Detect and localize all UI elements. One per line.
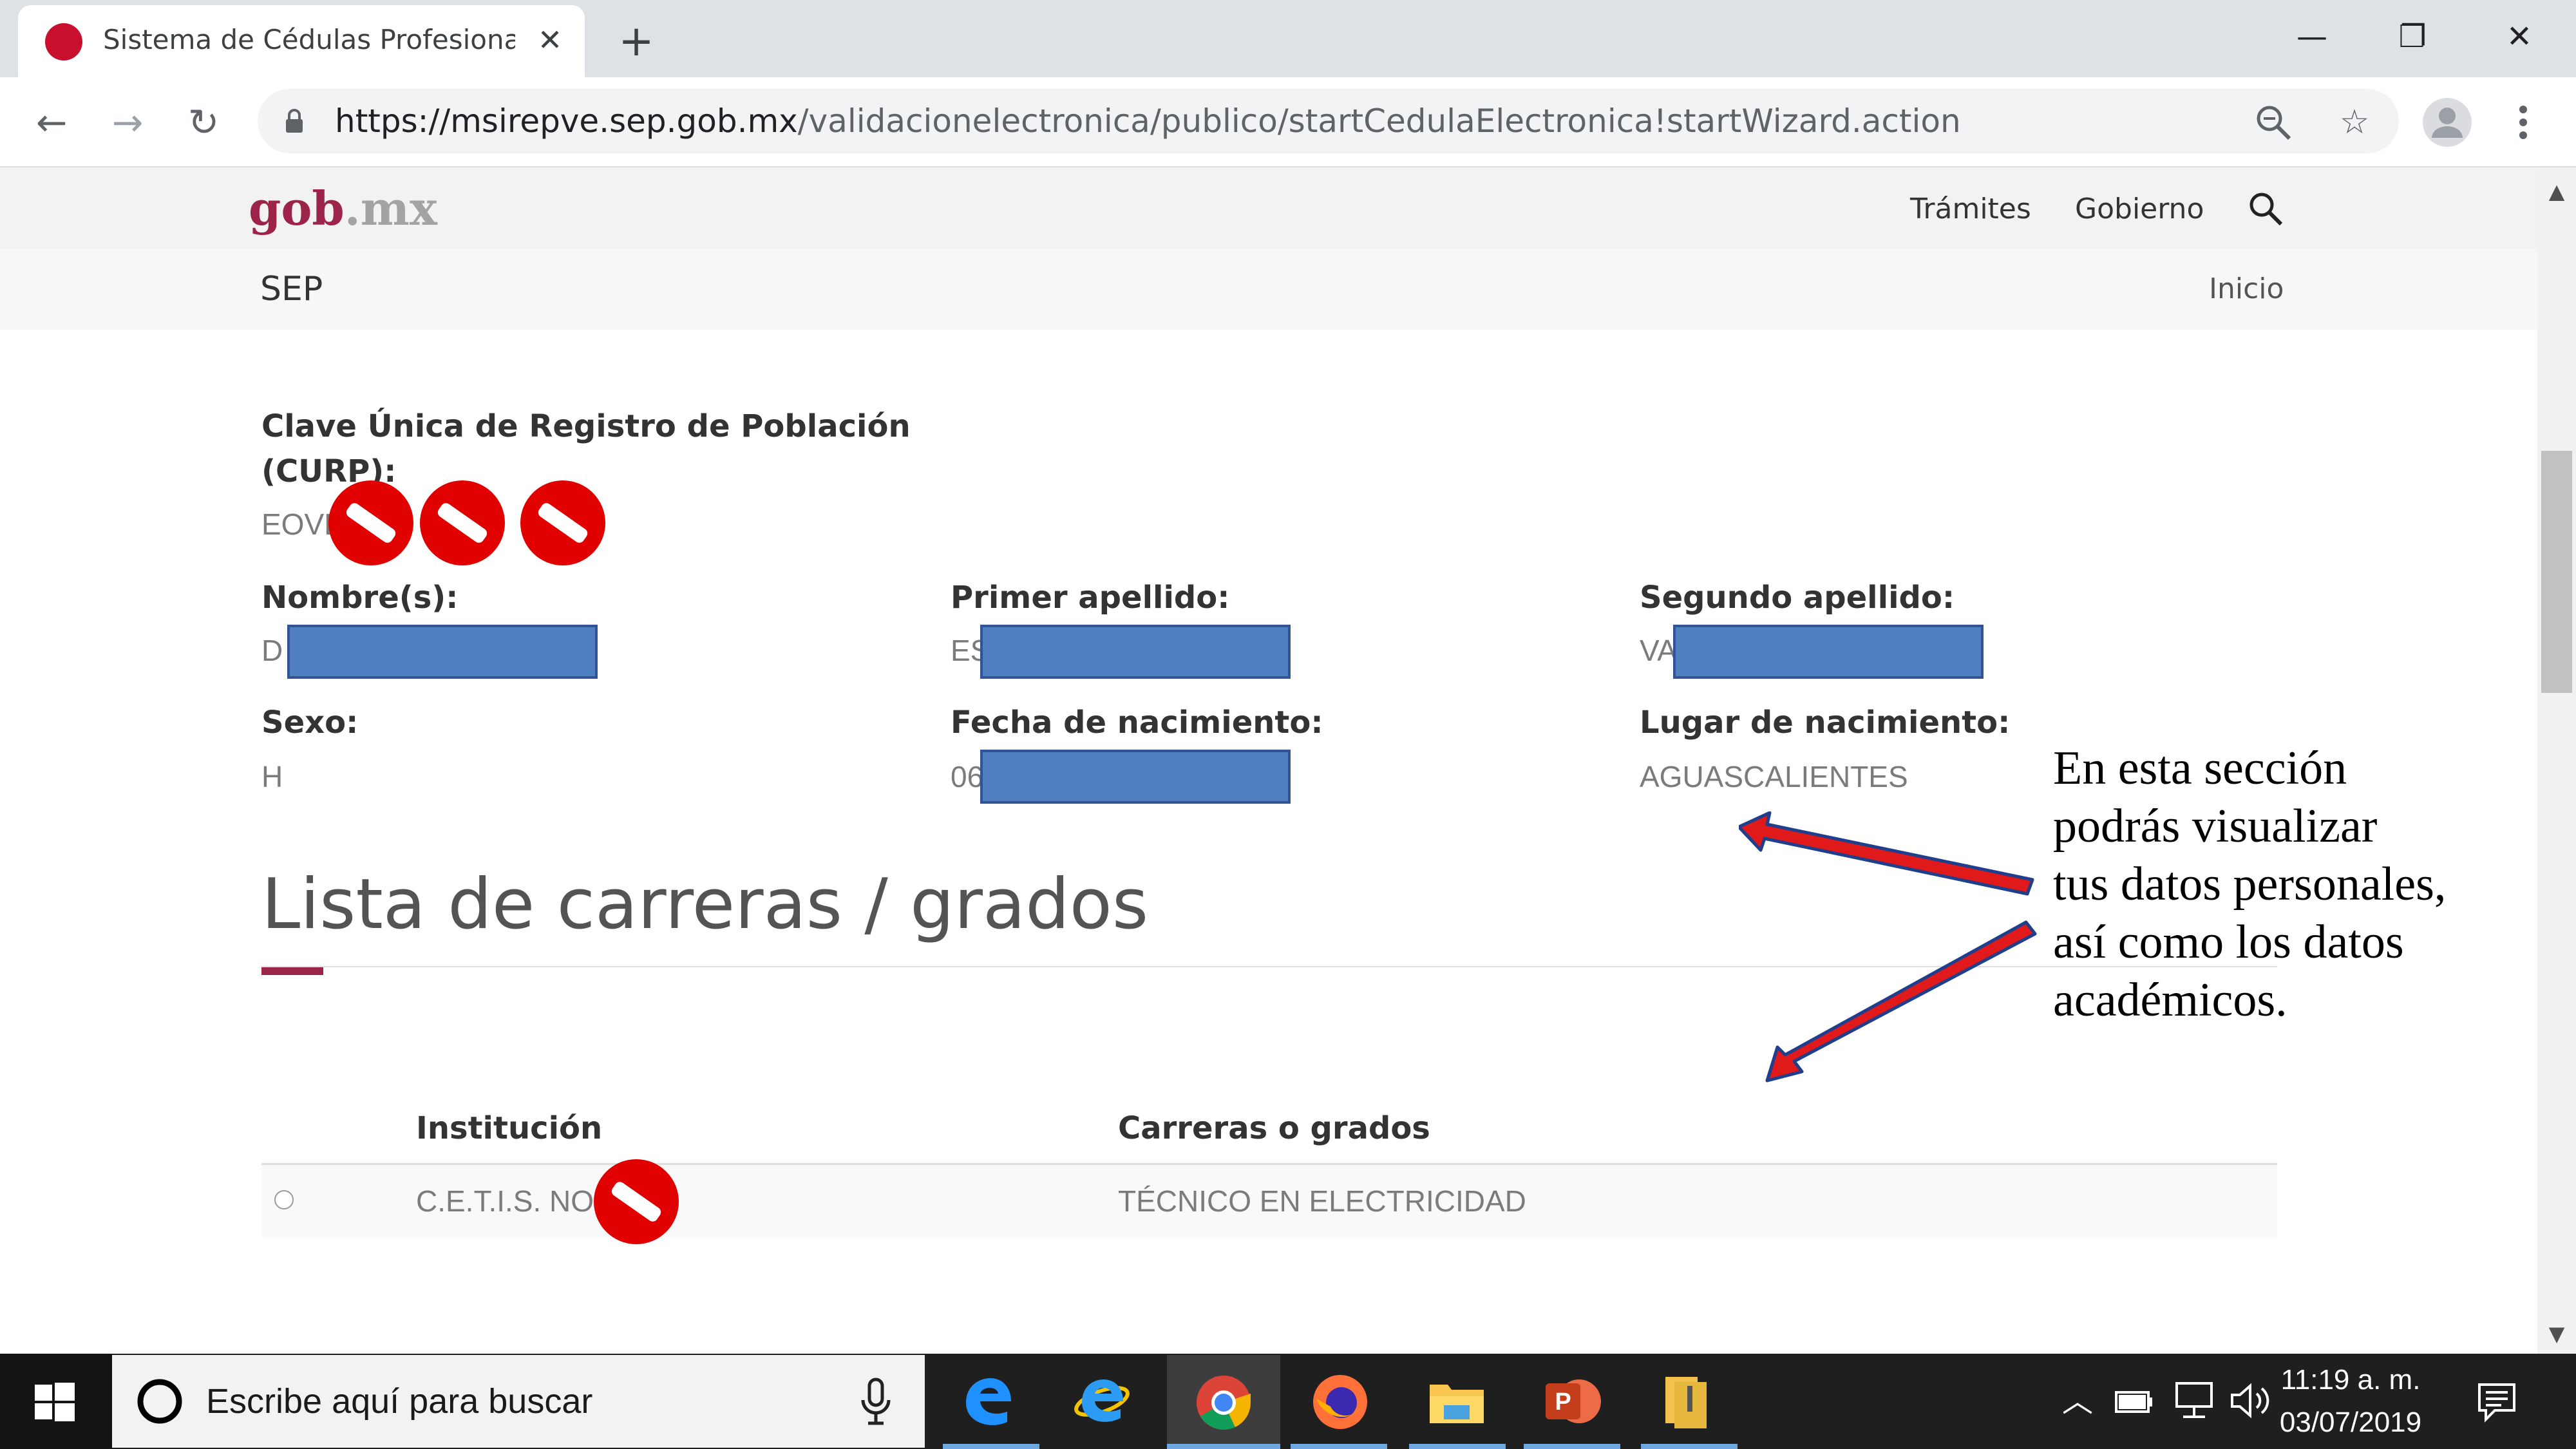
file-explorer-icon[interactable] <box>1428 1378 1485 1425</box>
nombre-value: D <box>261 634 283 667</box>
restore-button[interactable]: ❐ <box>2374 8 2451 66</box>
segundo-apellido-label: Segundo apellido: <box>1640 580 1955 616</box>
lugar-nacimiento-value: AGUASCALIENTES <box>1640 760 1908 793</box>
clock-date[interactable]: 03/07/2019 <box>2267 1401 2434 1444</box>
tab-favicon-icon <box>45 23 82 61</box>
annotation-line: En esta sección <box>2053 742 2347 795</box>
sexo-value: H <box>261 760 283 793</box>
reload-button[interactable]: ↻ <box>178 97 229 148</box>
window-close-button[interactable]: ✕ <box>2481 8 2558 66</box>
explorer-active-indicator <box>1409 1444 1506 1449</box>
search-icon[interactable] <box>2245 188 2286 229</box>
zoom-icon[interactable] <box>2254 103 2293 142</box>
scroll-down-arrow-icon[interactable]: ▼ <box>2537 1318 2576 1350</box>
nav-tramites[interactable]: Trámites <box>1910 187 2031 232</box>
annotation-arrows <box>1739 811 2037 1083</box>
careers-section-title: Lista de carreras / grados <box>261 864 1149 945</box>
windows-logo-icon <box>35 1383 75 1421</box>
row-select-radio[interactable] <box>274 1190 294 1209</box>
arrow-to-academic-data-icon <box>1765 920 2037 1083</box>
edge-active-indicator <box>943 1444 1039 1449</box>
primer-apellido-label: Primer apellido: <box>951 580 1230 616</box>
lock-icon[interactable] <box>285 108 304 134</box>
nombre-label: Nombre(s): <box>261 580 459 616</box>
annotation-line: académicos. <box>2053 974 2287 1027</box>
arrow-to-personal-data-icon <box>1739 811 2034 896</box>
redaction-stamp-icon <box>594 1159 679 1244</box>
cell-institucion: C.E.T.I.S. NO. <box>416 1184 602 1218</box>
battery-icon[interactable] <box>2114 1383 2155 1418</box>
redaction-bar <box>287 625 598 679</box>
network-icon[interactable] <box>2173 1379 2215 1422</box>
firefox-icon[interactable] <box>1311 1373 1369 1431</box>
column-header-carreras: Carreras o grados <box>1118 1110 1430 1146</box>
sexo-label: Sexo: <box>261 705 359 741</box>
back-button[interactable]: ← <box>26 97 77 148</box>
show-hidden-icons-chevron-icon[interactable]: ︿ <box>2058 1376 2097 1427</box>
powerpoint-icon[interactable]: P <box>1543 1374 1602 1428</box>
section-accent-bar <box>261 967 323 975</box>
scrollbar-track[interactable] <box>2537 167 2576 1354</box>
taskbar-search-placeholder[interactable]: Escribe aquí para buscar <box>206 1378 592 1425</box>
fecha-nacimiento-label: Fecha de nacimiento: <box>951 705 1323 741</box>
scroll-up-arrow-icon[interactable]: ▲ <box>2537 175 2576 207</box>
archive-active-indicator <box>1641 1444 1738 1449</box>
url-text[interactable]: https://msirepve.sep.gob.mx/validacionel… <box>335 98 2202 144</box>
cell-carrera: TÉCNICO EN ELECTRICIDAD <box>1118 1184 1526 1218</box>
chrome-active-indicator <box>1167 1444 1280 1449</box>
svg-text:P: P <box>1555 1388 1571 1416</box>
archive-icon[interactable] <box>1660 1373 1712 1430</box>
nav-gobierno[interactable]: Gobierno <box>2075 187 2204 232</box>
logo-suffix: .mx <box>344 181 437 236</box>
powerpoint-active-indicator <box>1524 1444 1620 1449</box>
volume-icon[interactable] <box>2230 1381 2272 1421</box>
profile-avatar-icon[interactable] <box>2423 98 2472 147</box>
sep-title: SEP <box>260 270 323 308</box>
lugar-nacimiento-label: Lugar de nacimiento: <box>1640 705 2011 741</box>
annotation-line: podrás visualizar <box>2053 800 2378 853</box>
redaction-stamp-icon <box>328 480 413 565</box>
scrollbar-thumb[interactable] <box>2541 451 2572 693</box>
annotation-callout: En esta sección podrás visualizar tus da… <box>2053 739 2543 1029</box>
new-tab-button[interactable]: + <box>611 15 662 67</box>
redaction-stamp-icon <box>520 480 605 565</box>
internet-explorer-icon[interactable] <box>1073 1373 1131 1430</box>
redaction-bar <box>980 750 1291 804</box>
redaction-bar <box>1673 625 1984 679</box>
column-header-institucion: Institución <box>416 1110 603 1146</box>
annotation-line: así como los datos <box>2053 916 2404 969</box>
action-center-icon[interactable] <box>2476 1381 2518 1423</box>
fecha-nacimiento-value: 06 <box>951 760 984 793</box>
bookmark-star-icon[interactable]: ☆ <box>2329 97 2380 148</box>
minimize-button[interactable]: — <box>2273 8 2351 66</box>
firefox-active-indicator <box>1291 1444 1387 1449</box>
start-button[interactable] <box>0 1354 112 1449</box>
cortana-icon[interactable] <box>134 1376 185 1427</box>
tab-close-icon[interactable]: ✕ <box>529 19 571 61</box>
redaction-bar <box>980 625 1291 679</box>
browser-menu-icon[interactable] <box>2504 97 2543 148</box>
url-path: /validacionelectronica/publico/startCedu… <box>797 102 1961 140</box>
url-host: https://msirepve.sep.gob.mx <box>335 102 798 140</box>
segundo-apellido-value: VA <box>1640 634 1677 667</box>
inicio-link[interactable]: Inicio <box>2209 267 2284 312</box>
chrome-icon[interactable] <box>1195 1374 1252 1431</box>
microphone-icon[interactable] <box>857 1376 895 1427</box>
annotation-line: tus datos personales, <box>2053 858 2447 911</box>
clock-time[interactable]: 11:19 a. m. <box>2267 1359 2434 1401</box>
edge-icon[interactable] <box>961 1374 1015 1428</box>
forward-button[interactable]: → <box>102 97 153 148</box>
logo-main: gob <box>249 181 345 236</box>
redaction-stamp-icon <box>420 480 505 565</box>
sep-subheader <box>0 249 2537 330</box>
curp-label: Clave Única de Registro de Población <box>261 408 911 444</box>
tab-title: Sistema de Cédulas Profesionales <box>103 24 515 55</box>
gob-mx-logo[interactable]: gob.mx <box>249 178 442 240</box>
